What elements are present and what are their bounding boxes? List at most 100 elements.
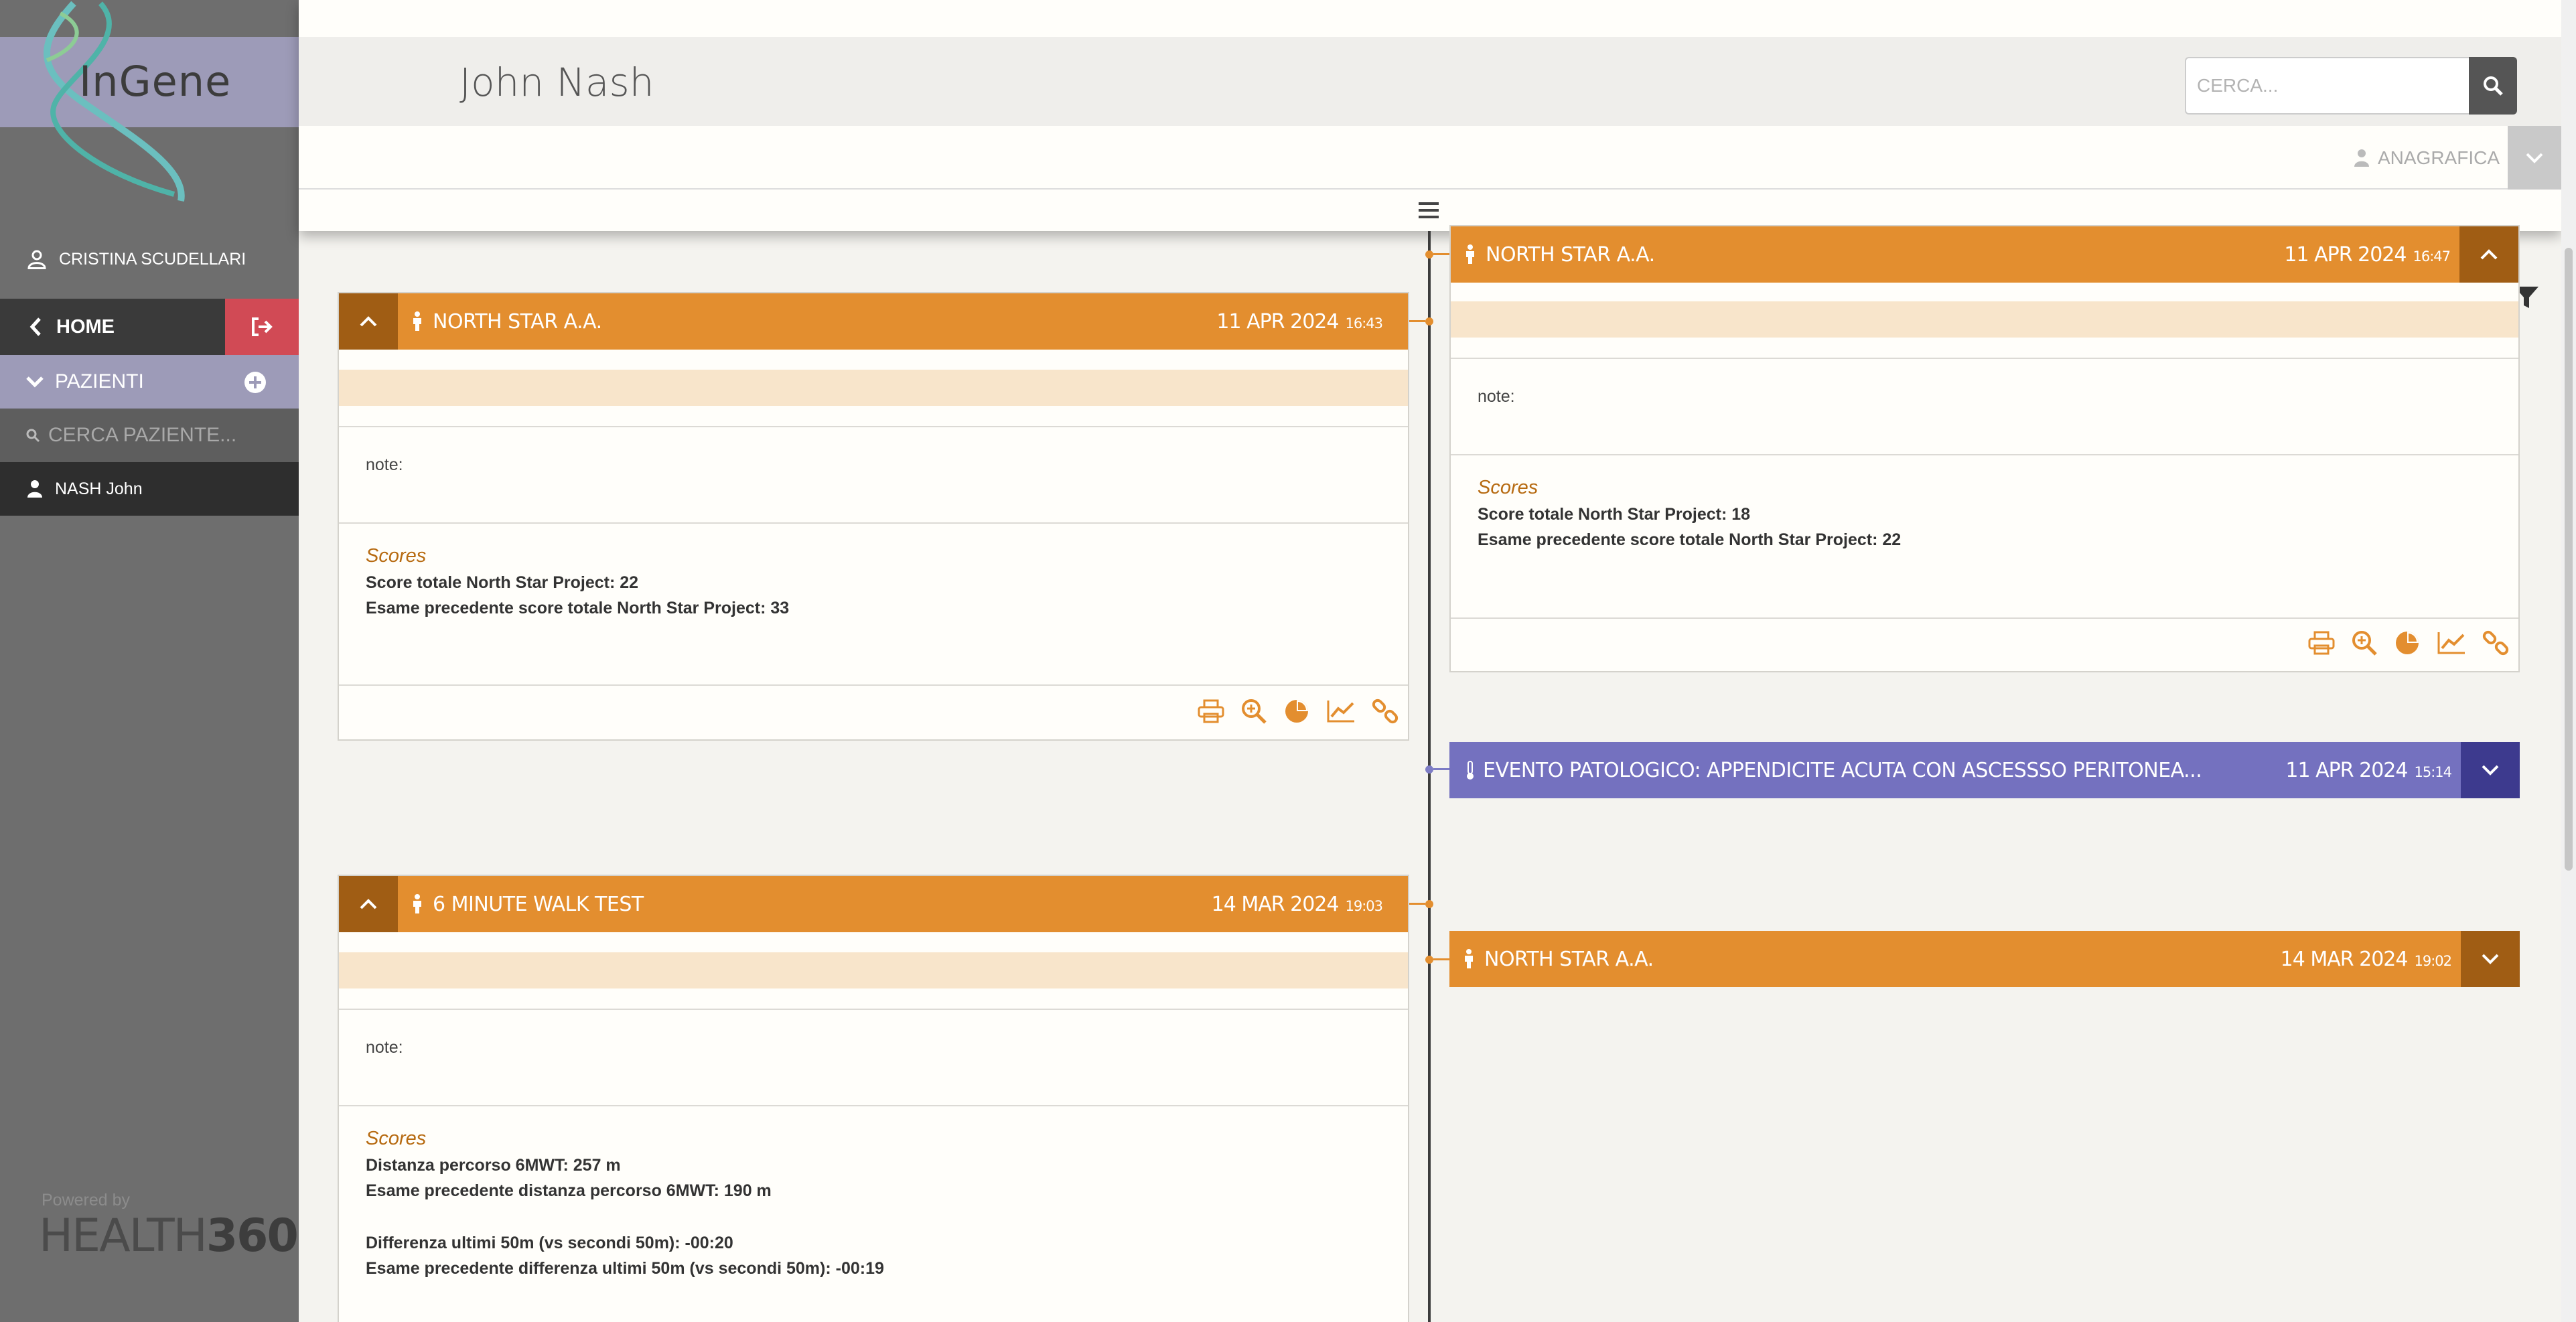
zoom-icon[interactable]	[2351, 630, 2378, 656]
divider	[1451, 358, 2518, 359]
user-name: CRISTINA SCUDELLARI	[59, 249, 246, 269]
link-icon[interactable]	[1372, 698, 1399, 725]
card-title: NORTH STAR A.A.	[1484, 947, 1654, 971]
chevron-up-icon	[2480, 249, 2498, 260]
brand-name: InGene	[79, 57, 232, 106]
anagrafica-label: ANAGRAFICA	[2377, 147, 2500, 168]
logout-icon	[252, 317, 273, 336]
card-header: 6 MINUTE WALK TEST 14 MAR 2024 19:03	[339, 876, 1408, 932]
link-icon[interactable]	[2482, 630, 2509, 656]
patient-icon	[27, 480, 42, 498]
pie-chart-icon[interactable]	[1283, 698, 1310, 725]
chevron-down-icon	[26, 376, 44, 388]
hamburger-icon[interactable]	[1419, 201, 1439, 220]
global-search-box	[2185, 57, 2473, 115]
search-button[interactable]	[2469, 57, 2517, 115]
page-scrollbar[interactable]	[2561, 0, 2576, 1322]
print-icon[interactable]	[1198, 699, 1224, 723]
card-date: 11 APR 2024 15:14	[2285, 759, 2452, 782]
timeline-dot	[1425, 250, 1433, 259]
current-user[interactable]: CRISTINA SCUDELLARI	[0, 241, 299, 277]
card-date: 14 MAR 2024 19:03	[1211, 892, 1383, 916]
expand-button[interactable]	[2461, 931, 2520, 987]
divider	[339, 522, 1408, 524]
scores-title: Scores	[366, 545, 427, 567]
collapse-button[interactable]	[2459, 226, 2518, 283]
scrollbar-thumb[interactable]	[2565, 248, 2573, 871]
card-band	[1451, 301, 2518, 338]
thermometer-icon	[1467, 761, 1474, 780]
card-date-value: 14 MAR 2024	[2280, 947, 2409, 971]
timeline-dot	[1425, 900, 1433, 908]
vendor-logo-part-b: 360	[206, 1209, 299, 1262]
header-top-bar: John Nash	[299, 37, 2561, 126]
note-label: note:	[1478, 387, 1515, 406]
expand-button[interactable]	[2461, 742, 2520, 798]
vendor-logo-part-a: HEALTH	[39, 1209, 208, 1262]
walker-icon	[1465, 949, 1473, 968]
timeline-dot	[1425, 317, 1433, 325]
search-icon	[2484, 76, 2503, 96]
timeline-connector	[1433, 958, 1449, 960]
patients-label: PAZIENTI	[55, 370, 144, 392]
timeline-connector	[1433, 253, 1449, 255]
home-label: HOME	[56, 315, 115, 338]
scores-title: Scores	[1478, 477, 1539, 498]
card-time: 19:03	[1345, 897, 1383, 914]
collapse-button[interactable]	[339, 293, 398, 350]
search-icon	[26, 429, 40, 443]
card-date-value: 11 APR 2024	[1216, 309, 1339, 334]
card-date: 14 MAR 2024 19:02	[2280, 947, 2452, 971]
divider	[339, 1105, 1408, 1106]
card-date: 11 APR 2024 16:47	[2284, 242, 2451, 267]
card-header: NORTH STAR A.A. 14 MAR 2024 19:02	[1449, 931, 2520, 987]
card-time: 19:02	[2414, 952, 2452, 969]
patient-search-row	[0, 409, 299, 462]
divider	[1451, 617, 2518, 619]
anagrafica-row: ANAGRAFICA	[299, 126, 2561, 190]
note-label: note:	[366, 1038, 403, 1057]
anagrafica-link[interactable]: ANAGRAFICA	[2354, 147, 2500, 169]
plus-circle-icon[interactable]	[244, 371, 267, 394]
home-button[interactable]: HOME	[0, 299, 225, 355]
divider	[339, 684, 1408, 686]
card-title: EVENTO PATOLOGICO: APPENDICITE ACUTA CON…	[1483, 758, 2202, 782]
chevron-left-icon	[29, 317, 41, 336]
collapse-button[interactable]	[339, 876, 398, 932]
score-line: Score totale North Star Project: 22	[366, 573, 639, 592]
card-date: 11 APR 2024 16:43	[1216, 309, 1383, 334]
card-date-value: 14 MAR 2024	[1211, 892, 1340, 916]
line-chart-icon[interactable]	[2437, 631, 2466, 655]
divider	[339, 426, 1408, 427]
timeline-card-north-star: NORTH STAR A.A. 11 APR 2024 16:47 note: S…	[1449, 225, 2520, 672]
score-line: Esame precedente score totale North Star…	[366, 599, 790, 617]
card-date-value: 11 APR 2024	[2284, 242, 2407, 267]
score-line: Esame precedente distanza percorso 6MWT:…	[366, 1181, 772, 1200]
patient-item-label: NASH John	[55, 479, 143, 498]
patient-item[interactable]: NASH John	[0, 462, 299, 516]
divider	[339, 1009, 1408, 1010]
note-label: note:	[366, 455, 403, 474]
card-band	[339, 370, 1408, 406]
anagrafica-toggle[interactable]	[2508, 126, 2561, 190]
timeline-connector	[1433, 768, 1449, 770]
timeline-connector	[1409, 320, 1425, 322]
card-header: NORTH STAR A.A. 11 APR 2024 16:47	[1451, 226, 2518, 283]
score-line: Differenza ultimi 50m (vs secondi 50m): …	[366, 1234, 733, 1252]
global-search-input[interactable]	[2197, 75, 2451, 96]
line-chart-icon[interactable]	[1326, 699, 1356, 723]
score-line: Esame precedente score totale North Star…	[1478, 530, 1902, 549]
patients-section[interactable]: PAZIENTI	[0, 355, 299, 409]
user-icon	[27, 250, 46, 269]
score-line: Esame precedente differenza ultimi 50m (…	[366, 1259, 884, 1278]
card-time: 16:43	[1345, 315, 1383, 332]
zoom-icon[interactable]	[1240, 698, 1267, 725]
print-icon[interactable]	[2308, 631, 2335, 655]
walker-icon	[1466, 244, 1474, 264]
chevron-up-icon	[360, 899, 377, 909]
logout-button[interactable]	[225, 299, 299, 355]
pie-chart-icon[interactable]	[2394, 630, 2421, 656]
card-actions	[1198, 698, 1399, 725]
patient-search-input[interactable]	[48, 424, 263, 447]
divider	[1451, 454, 2518, 455]
